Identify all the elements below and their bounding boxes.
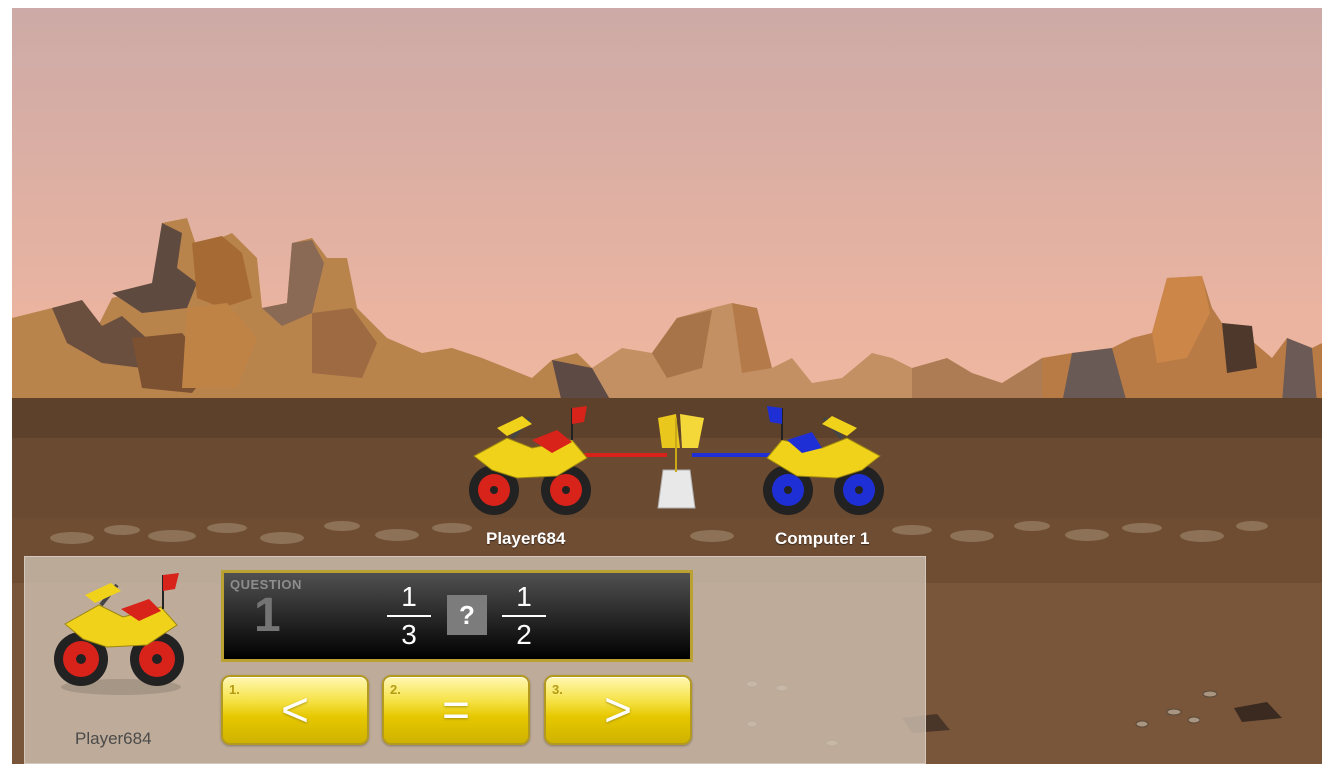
answer-less-than-button[interactable]: 1. <: [221, 675, 369, 745]
answer-symbol: <: [280, 684, 310, 737]
rock-formations-back: [12, 218, 1322, 403]
operator-placeholder: ?: [447, 595, 487, 635]
left-numerator: 1: [401, 581, 417, 612]
left-fraction: 1 3: [387, 580, 431, 652]
computer-name-label: Computer 1: [775, 529, 870, 548]
left-denominator: 3: [401, 619, 417, 650]
right-denominator: 2: [516, 619, 532, 650]
answer-symbol: >: [603, 684, 633, 737]
question-number: 1: [254, 589, 281, 642]
game-canvas: Player684 Computer 1 Player684 QUESTION …: [12, 8, 1322, 764]
question-panel: Player684 QUESTION 1 1 3 ? 1 2 1. < 2. =…: [24, 556, 926, 764]
panel-player-name: Player684: [75, 729, 152, 748]
player-bike-avatar: [54, 573, 184, 695]
right-fraction-bar: [502, 615, 546, 617]
player-name-label: Player684: [486, 529, 566, 548]
right-fraction: 1 2: [502, 580, 546, 652]
left-fraction-bar: [387, 615, 431, 617]
answer-equal-button[interactable]: 2. =: [382, 675, 530, 745]
answer-symbol: =: [441, 684, 471, 737]
question-display: QUESTION 1 1 3 ? 1 2: [221, 570, 693, 662]
browser-viewport: Player684 Computer 1 Player684 QUESTION …: [0, 0, 1322, 764]
right-numerator: 1: [516, 581, 532, 612]
answer-greater-than-button[interactable]: 3. >: [544, 675, 692, 745]
